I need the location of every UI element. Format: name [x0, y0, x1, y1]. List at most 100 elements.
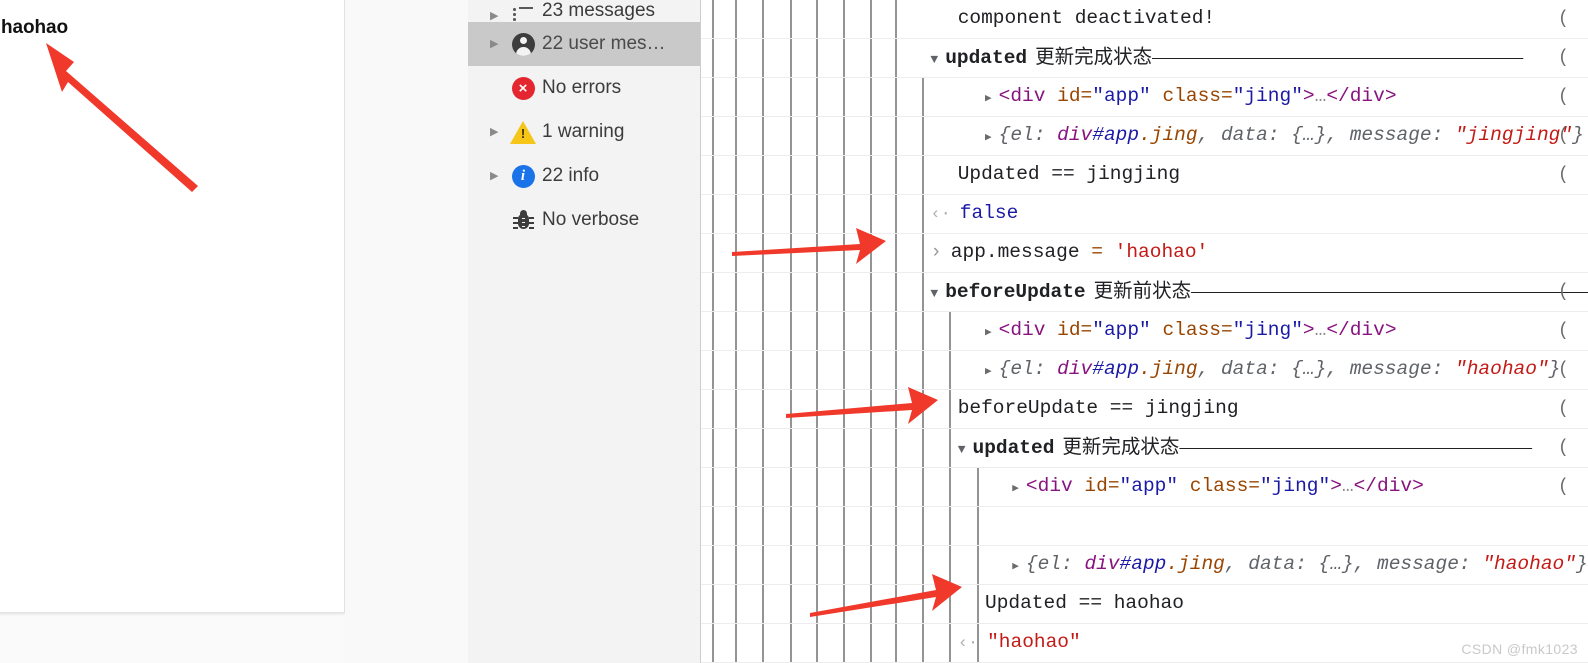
console-row[interactable]: › app.message = 'haohao' [701, 234, 1588, 273]
console-row-content: ▼ updated 更新完成状态——————————————————— [958, 436, 1532, 459]
console-row[interactable]: component deactivated! ( [701, 0, 1588, 39]
console-sidebar: ▶ 23 messages ▶ 22 user mes… ▶ × No errors ▶ 1 w… [468, 0, 701, 663]
expand-triangle-icon[interactable]: ▶ [1012, 484, 1019, 495]
disclosure-triangle-icon[interactable]: ▶ [490, 215, 506, 226]
source-link[interactable]: ( [1558, 282, 1586, 302]
source-link[interactable]: ( [1558, 477, 1586, 497]
console-row[interactable]: ▼ updated 更新完成状态——————————————————— ( [701, 429, 1588, 468]
console-row[interactable]: ▶ <div id="app" class="jing">…</div> ( [701, 78, 1588, 117]
expand-triangle-icon[interactable]: ▶ [985, 328, 992, 339]
source-link[interactable]: ( [1558, 9, 1586, 29]
group-collapse-triangle-icon[interactable]: ▼ [958, 443, 966, 456]
source-link[interactable]: ( [1558, 48, 1586, 68]
console-row[interactable]: ▼ beforeUpdate 更新前状态——————————————————————… [701, 273, 1588, 312]
console-row[interactable]: ▶ {el: div#app.jing, data: {…}, message: … [701, 117, 1588, 156]
page-content-card: haohao [0, 0, 345, 613]
object-el-class: .jing [1139, 124, 1198, 147]
sidebar-item-0[interactable]: ▶ 23 messages [468, 0, 700, 22]
console-row[interactable] [701, 507, 1588, 546]
group-title-rule: ——————————————————— [1179, 436, 1531, 458]
console-message-text: beforeUpdate == jingjing [957, 397, 1239, 420]
object-el-id: #app [1092, 358, 1140, 381]
disclosure-triangle-icon[interactable]: ▶ [490, 83, 506, 94]
info-icon: i [511, 164, 535, 188]
object-el-class: .jing [1139, 358, 1198, 381]
console-row[interactable]: Updated == jingjing ( [701, 156, 1588, 195]
source-link[interactable]: ( [1558, 87, 1586, 107]
sidebar-item-icon [506, 120, 540, 144]
input-prompt-arrow-icon: › [930, 241, 942, 264]
group-title-cn: 更新完成状态 [1062, 436, 1180, 458]
source-link[interactable]: ( [1558, 438, 1586, 458]
group-collapse-triangle-icon[interactable]: ▼ [930, 53, 938, 66]
group-title: updated [945, 46, 1028, 69]
sidebar-item-5[interactable]: ▶ No verbose [468, 198, 700, 242]
sidebar-item-4[interactable]: ▶ i 22 info [468, 154, 700, 198]
disclosure-triangle-icon[interactable]: ▶ [490, 11, 506, 22]
console-row[interactable]: ▶ <div id="app" class="jing">…</div> ( [701, 468, 1588, 507]
console-row[interactable]: ▼ updated 更新完成状态———————————————————— ( [701, 39, 1588, 78]
sidebar-item-icon: i [506, 164, 540, 188]
object-el-class: .jing [1166, 553, 1225, 576]
source-link[interactable]: ( [1558, 321, 1586, 341]
object-el-id: #app [1092, 124, 1140, 147]
source-link[interactable]: ( [1558, 126, 1586, 146]
page-gutter [345, 0, 468, 663]
console-row-content: ▶ <div id="app" class="jing">…</div> [1012, 477, 1424, 497]
object-message-value: "haohao" [1482, 553, 1576, 576]
console-row-content: ▶ {el: div#app.jing, data: {…}, message: … [985, 360, 1560, 380]
group-title-cn: 更新完成状态 [1035, 46, 1153, 68]
console-row-content: › app.message = 'haohao' [930, 243, 1208, 263]
html-attr-value-id: "app" [1092, 85, 1151, 108]
console-row[interactable]: ▶ {el: div#app.jing, data: {…}, message: … [701, 546, 1588, 585]
console-row-content: Updated == jingjing [958, 165, 1180, 185]
sidebar-item-icon [506, 32, 540, 56]
object-el-id: #app [1119, 553, 1167, 576]
disclosure-triangle-icon[interactable]: ▶ [490, 38, 506, 50]
console-row-content: ▶ <div id="app" class="jing">…</div> [985, 321, 1397, 341]
console-row[interactable]: ‹· false [701, 195, 1588, 234]
disclosure-triangle-icon[interactable]: ▶ [490, 170, 506, 182]
console-row[interactable]: beforeUpdate == jingjing ( [701, 390, 1588, 429]
html-attr-value-class: "jing" [1259, 475, 1331, 498]
html-attr-name-class: class= [1150, 319, 1233, 342]
console-row-content: ▶ <div id="app" class="jing">…</div> [985, 87, 1397, 107]
return-value: false [959, 202, 1019, 225]
console-row-content: ‹· false [930, 204, 1018, 224]
expand-triangle-icon[interactable]: ▶ [985, 94, 992, 105]
list-icon [513, 7, 533, 22]
sidebar-item-1[interactable]: ▶ 22 user mes… [468, 22, 700, 66]
html-tag-open: <div [998, 319, 1046, 342]
sidebar-item-3[interactable]: ▶ 1 warning [468, 110, 700, 154]
return-value-arrow-icon: ‹· [957, 634, 979, 654]
disclosure-triangle-icon[interactable]: ▶ [490, 126, 506, 138]
sidebar-item-label: 22 info [542, 165, 600, 186]
input-expression-operator: = [1079, 241, 1115, 264]
sidebar-item-2[interactable]: ▶ × No errors [468, 66, 700, 110]
expand-triangle-icon[interactable]: ▶ [985, 367, 992, 378]
source-link[interactable]: ( [1558, 360, 1586, 380]
html-tag-close: </div> [1326, 85, 1397, 108]
console-row[interactable]: Updated == haohao [701, 585, 1588, 624]
sidebar-item-label: No verbose [542, 209, 640, 230]
object-el-tag: div [1057, 124, 1093, 147]
group-title-rule: ———————————————————— [1152, 46, 1523, 68]
html-tag-open: <div [998, 85, 1046, 108]
html-attr-value-class: "jing" [1232, 319, 1303, 342]
console-row[interactable]: ▶ <div id="app" class="jing">…</div> ( [701, 312, 1588, 351]
html-attr-name-id: id= [1045, 319, 1093, 342]
html-tag-gt: > [1330, 475, 1342, 498]
source-link[interactable]: ( [1558, 165, 1586, 185]
group-collapse-triangle-icon[interactable]: ▼ [930, 287, 938, 300]
html-attr-value-class: "jing" [1232, 85, 1303, 108]
console-row[interactable]: ‹· "haohao" [701, 624, 1588, 663]
page-heading: haohao [1, 17, 68, 38]
html-tag-close: </div> [1353, 475, 1424, 498]
console-row[interactable]: ▶ {el: div#app.jing, data: {…}, message: … [701, 351, 1588, 390]
console-message-text: Updated == haohao [985, 592, 1184, 615]
source-link[interactable]: ( [1558, 399, 1586, 419]
expand-triangle-icon[interactable]: ▶ [1012, 562, 1019, 573]
expand-triangle-icon[interactable]: ▶ [985, 133, 992, 144]
warning-icon [510, 120, 536, 144]
input-expression-value: 'haohao' [1114, 241, 1209, 264]
